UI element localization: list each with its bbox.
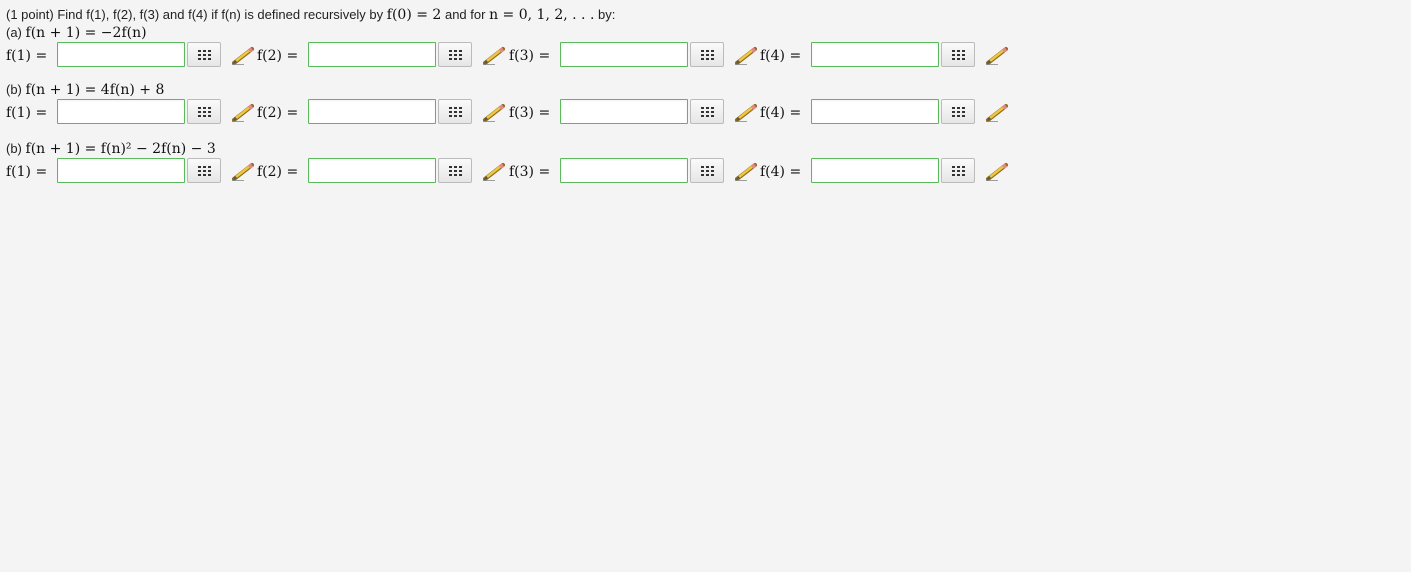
pencil-icon[interactable]: [735, 102, 757, 122]
n-range: n = 0, 1, 2, . . .: [489, 7, 595, 23]
answer-input-f1[interactable]: [57, 158, 185, 183]
equation-palette-button[interactable]: [941, 99, 975, 124]
equation-palette-icon: [198, 107, 211, 117]
answer-label: f(3) =: [509, 105, 551, 121]
answer-label: f(2) =: [257, 105, 299, 121]
pencil-icon[interactable]: [232, 102, 254, 122]
equation-palette-button[interactable]: [690, 158, 724, 183]
equation-palette-icon: [952, 107, 965, 117]
problem-intro-text: Find f(1), f(2), f(3) and f(4) if f(n) i…: [57, 7, 384, 22]
part-formula: f(n + 1) = −2f(n): [25, 25, 147, 41]
part-a: (a) f(n + 1) = −2f(n) f(1) = f(2) = f(3)…: [6, 24, 1008, 72]
equation-palette-icon: [198, 50, 211, 60]
equation-palette-icon: [449, 166, 462, 176]
answer-label: f(3) =: [509, 164, 551, 180]
pencil-icon[interactable]: [232, 45, 254, 65]
equation-palette-icon: [449, 50, 462, 60]
equation-palette-button[interactable]: [690, 42, 724, 67]
pencil-icon[interactable]: [483, 45, 505, 65]
answer-input-f1[interactable]: [57, 99, 185, 124]
pencil-icon[interactable]: [735, 161, 757, 181]
answer-label: f(2) =: [257, 164, 299, 180]
equation-palette-icon: [952, 166, 965, 176]
answer-label: f(4) =: [760, 48, 802, 64]
problem-points: (1 point): [6, 7, 54, 22]
answer-row: f(1) = f(2) = f(3) = f(4) =: [6, 99, 1008, 129]
part-formula: f(n + 1) = 4f(n) + 8: [25, 82, 165, 98]
answer-input-f2[interactable]: [308, 158, 436, 183]
equation-palette-button[interactable]: [187, 42, 221, 67]
equation-palette-button[interactable]: [438, 158, 472, 183]
equation-palette-icon: [449, 107, 462, 117]
answer-label: f(1) =: [6, 105, 48, 121]
problem: (1 point) Find f(1), f(2), f(3) and f(4)…: [6, 6, 1008, 188]
pencil-icon[interactable]: [483, 102, 505, 122]
part-label: (b): [6, 82, 22, 97]
page: (1 point) Find f(1), f(2), f(3) and f(4)…: [0, 0, 1411, 572]
answer-label: f(4) =: [760, 164, 802, 180]
equation-palette-icon: [701, 50, 714, 60]
answer-label: f(3) =: [509, 48, 551, 64]
pencil-icon[interactable]: [735, 45, 757, 65]
answer-input-f1[interactable]: [57, 42, 185, 67]
answer-input-f3[interactable]: [560, 158, 688, 183]
pencil-icon[interactable]: [232, 161, 254, 181]
equation-palette-button[interactable]: [438, 99, 472, 124]
answer-input-f3[interactable]: [560, 42, 688, 67]
answer-input-f2[interactable]: [308, 42, 436, 67]
part-label: (a): [6, 25, 22, 40]
equation-palette-icon: [198, 166, 211, 176]
answer-input-f2[interactable]: [308, 99, 436, 124]
answer-label: f(1) =: [6, 164, 48, 180]
answer-row: f(1) = f(2) = f(3) = f(4) =: [6, 42, 1008, 72]
part-c: (b) f(n + 1) = f(n)² − 2f(n) − 3 f(1) = …: [6, 140, 1008, 188]
equation-palette-button[interactable]: [187, 99, 221, 124]
answer-input-f4[interactable]: [811, 158, 939, 183]
equation-palette-icon: [701, 107, 714, 117]
part-b: (b) f(n + 1) = 4f(n) + 8 f(1) = f(2) = f…: [6, 81, 1008, 129]
problem-statement: (1 point) Find f(1), f(2), f(3) and f(4)…: [6, 6, 615, 24]
equation-palette-icon: [952, 50, 965, 60]
part-header: (a) f(n + 1) = −2f(n): [6, 24, 615, 42]
answer-row: f(1) = f(2) = f(3) = f(4) =: [6, 158, 1008, 188]
equation-palette-button[interactable]: [941, 42, 975, 67]
by-text: by:: [598, 7, 616, 22]
pencil-icon[interactable]: [483, 161, 505, 181]
part-label: (b): [6, 141, 22, 156]
answer-input-f4[interactable]: [811, 99, 939, 124]
answer-input-f4[interactable]: [811, 42, 939, 67]
pencil-icon[interactable]: [986, 161, 1008, 181]
answer-label: f(4) =: [760, 105, 802, 121]
pencil-icon[interactable]: [986, 102, 1008, 122]
answer-input-f3[interactable]: [560, 99, 688, 124]
and-for-text: and for: [444, 7, 486, 22]
equation-palette-icon: [701, 166, 714, 176]
equation-palette-button[interactable]: [187, 158, 221, 183]
part-header: (b) f(n + 1) = 4f(n) + 8: [6, 81, 615, 99]
pencil-icon[interactable]: [986, 45, 1008, 65]
part-formula: f(n + 1) = f(n)² − 2f(n) − 3: [25, 141, 216, 157]
answer-label: f(1) =: [6, 48, 48, 64]
answer-label: f(2) =: [257, 48, 299, 64]
equation-palette-button[interactable]: [690, 99, 724, 124]
part-header: (b) f(n + 1) = f(n)² − 2f(n) − 3: [6, 140, 615, 158]
equation-palette-button[interactable]: [941, 158, 975, 183]
base-case: f(0) = 2: [386, 7, 442, 23]
equation-palette-button[interactable]: [438, 42, 472, 67]
